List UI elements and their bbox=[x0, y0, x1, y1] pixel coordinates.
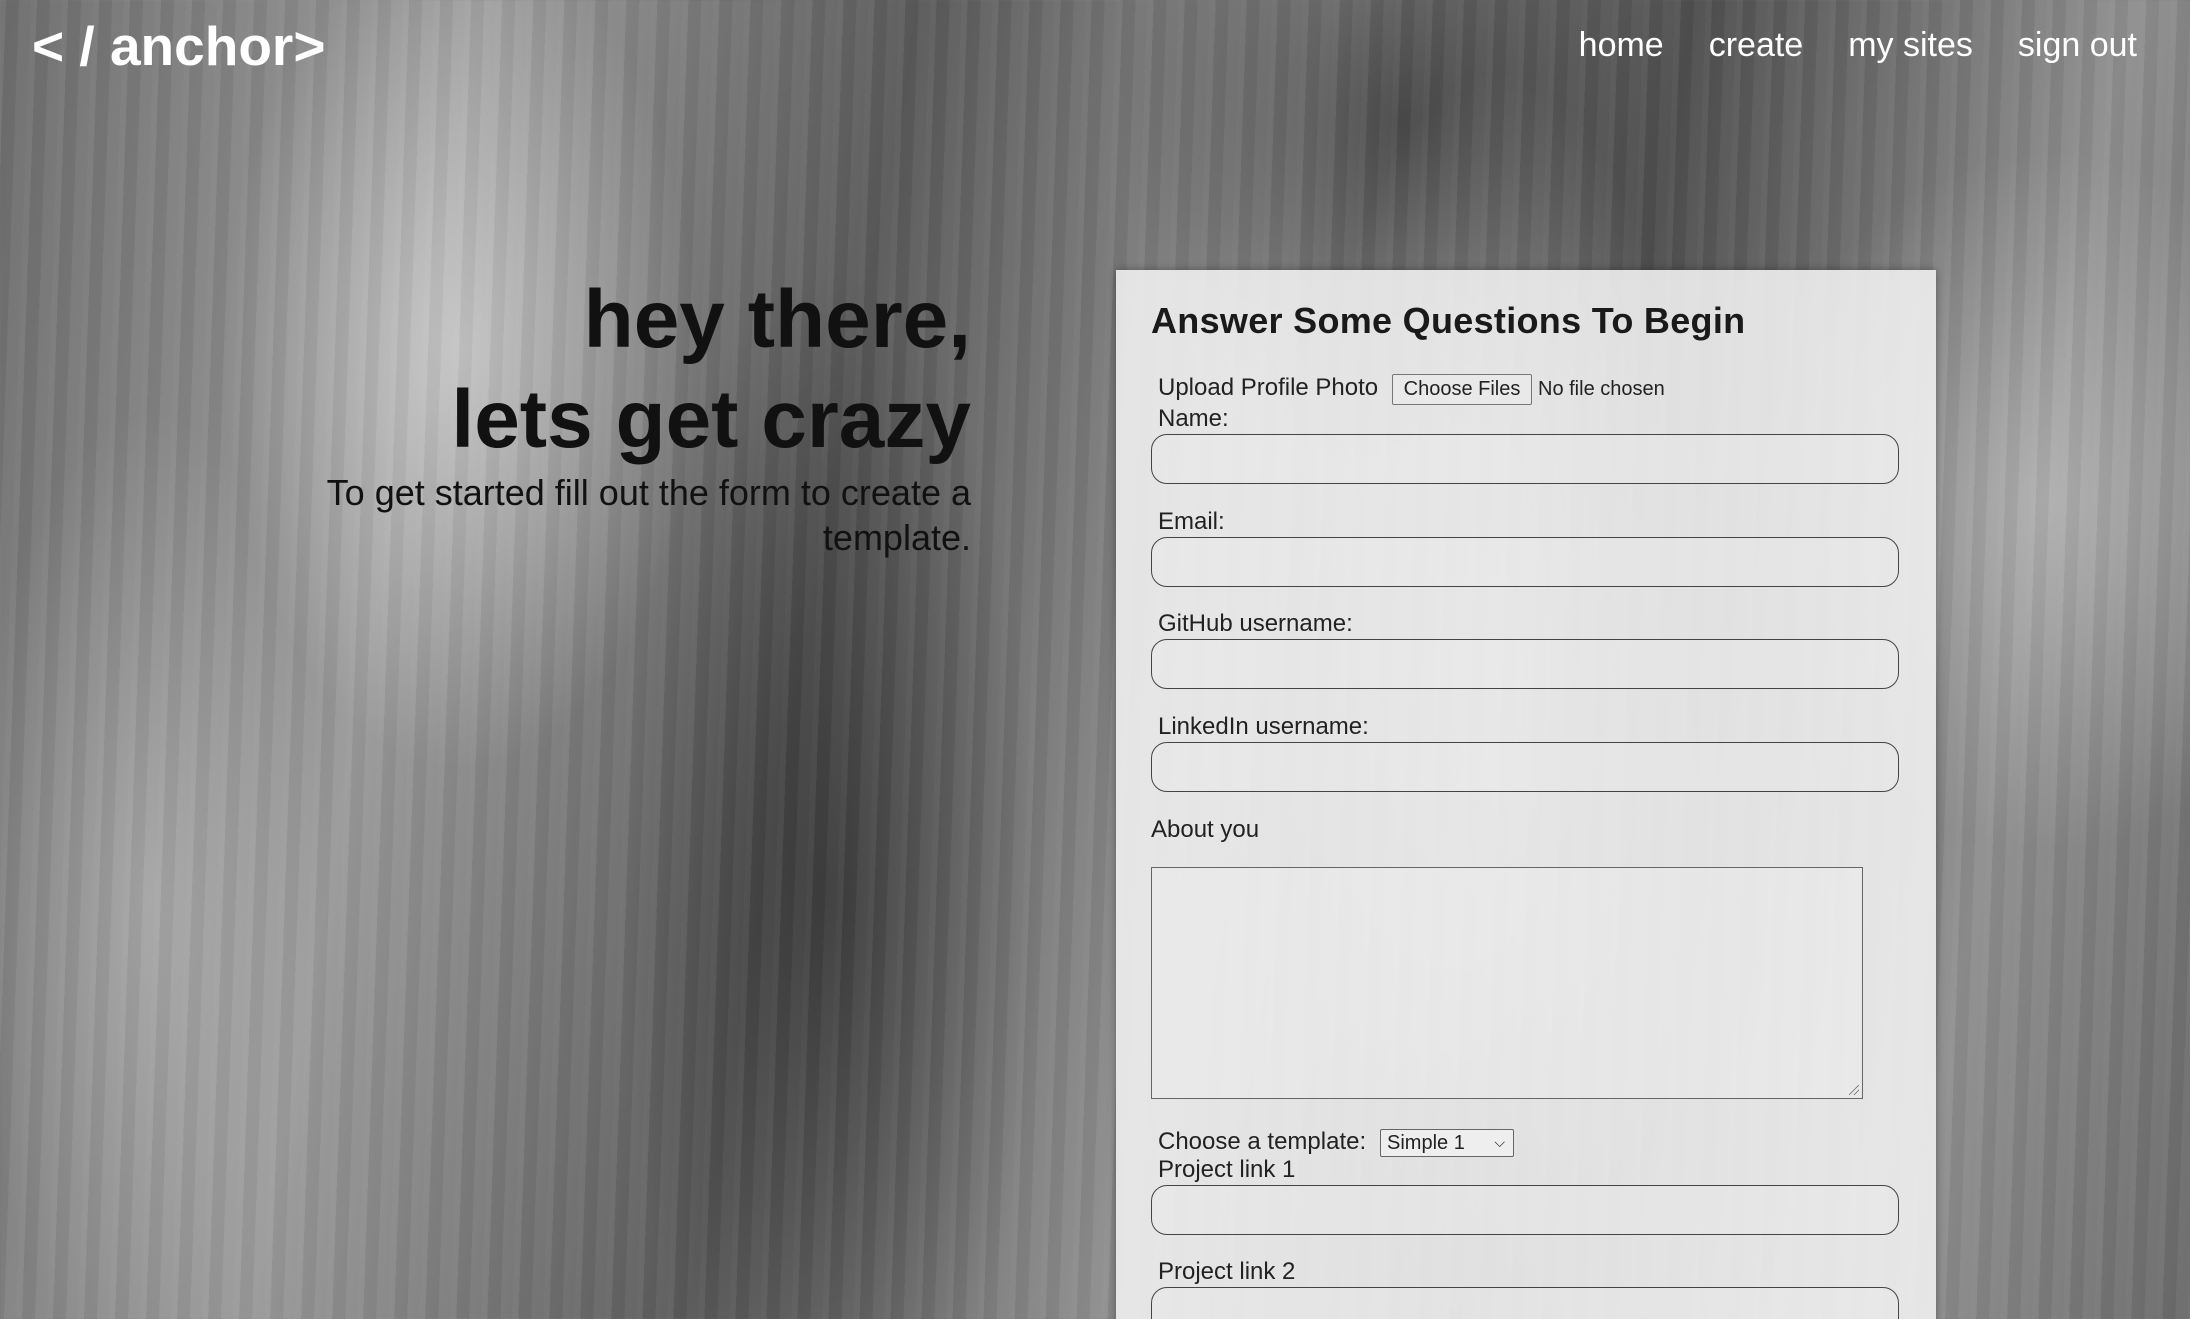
project-link-2-field[interactable] bbox=[1151, 1287, 1899, 1319]
choose-files-button[interactable]: Choose Files bbox=[1392, 374, 1532, 405]
file-status: No file chosen bbox=[1538, 378, 1665, 400]
template-label: Choose a template: bbox=[1158, 1128, 1367, 1155]
name-field[interactable] bbox=[1151, 434, 1899, 484]
photo-label: Upload Profile Photo bbox=[1158, 374, 1379, 401]
name-label: Name: bbox=[1158, 405, 1229, 432]
hero: hey there, lets get crazy To get started… bbox=[251, 270, 971, 560]
hero-heading-line-2: lets get crazy bbox=[451, 374, 971, 465]
github-label: GitHub username: bbox=[1158, 610, 1353, 637]
project-link-1-field[interactable] bbox=[1151, 1185, 1899, 1235]
email-label: Email: bbox=[1158, 508, 1225, 535]
github-username-field[interactable] bbox=[1151, 639, 1899, 689]
project-link-1-label: Project link 1 bbox=[1158, 1156, 1296, 1183]
nav-home[interactable]: home bbox=[1579, 26, 1664, 65]
nav-sign-out[interactable]: sign out bbox=[2018, 26, 2137, 65]
project-link-2-label: Project link 2 bbox=[1158, 1258, 1296, 1285]
template-select[interactable]: Simple 1 ⌵ bbox=[1380, 1129, 1514, 1157]
about-label: About you bbox=[1151, 816, 1260, 843]
form-title: Answer Some Questions To Begin bbox=[1151, 300, 1746, 341]
site-logo[interactable]: < / anchor> bbox=[32, 14, 325, 78]
hero-heading-line-1: hey there, bbox=[583, 274, 971, 365]
top-nav: home create my sites sign out bbox=[1579, 26, 2137, 65]
linkedin-label: LinkedIn username: bbox=[1158, 713, 1369, 740]
nav-my-sites[interactable]: my sites bbox=[1848, 26, 1973, 65]
chevron-down-icon: ⌵ bbox=[1494, 1134, 1505, 1150]
about-textarea[interactable] bbox=[1151, 867, 1863, 1099]
template-select-value: Simple 1 bbox=[1387, 1132, 1465, 1154]
linkedin-username-field[interactable] bbox=[1151, 742, 1899, 792]
template-form: Answer Some Questions To Begin Upload Pr… bbox=[1116, 270, 1936, 1319]
nav-create[interactable]: create bbox=[1709, 26, 1804, 65]
resize-grip-icon[interactable] bbox=[1849, 1085, 1859, 1095]
email-field[interactable] bbox=[1151, 537, 1899, 587]
hero-subtitle: To get started fill out the form to crea… bbox=[326, 472, 971, 558]
